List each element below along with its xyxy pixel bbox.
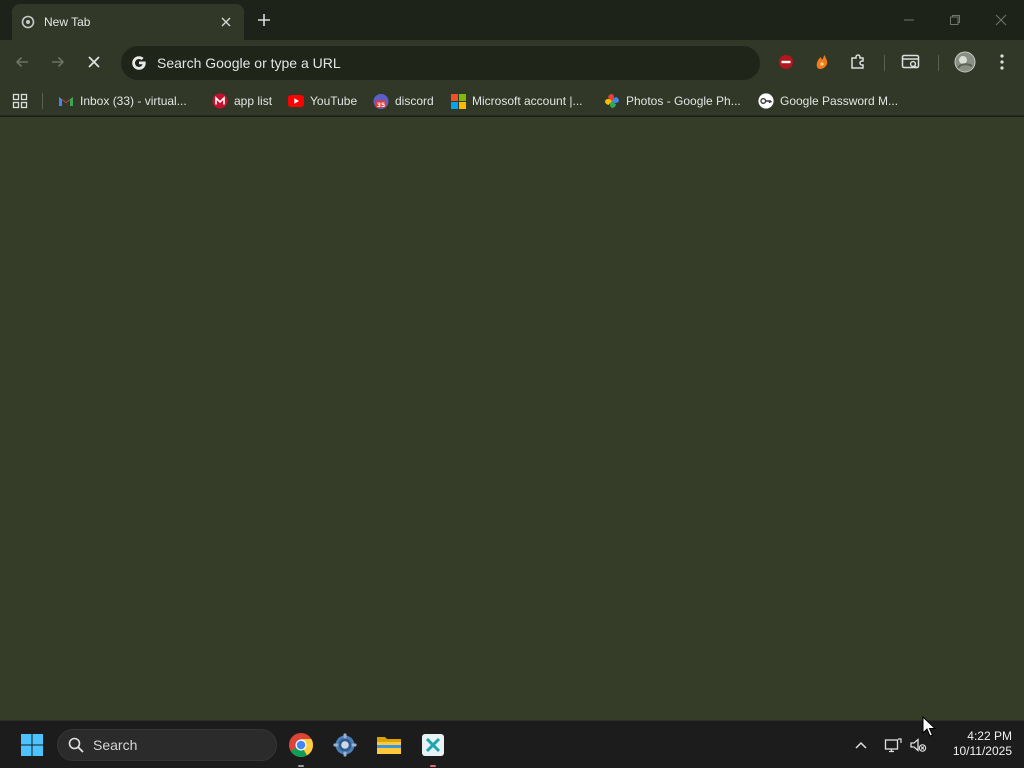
- bookmarks-bar: Inbox (33) - virtual... app list YouTube…: [0, 86, 1024, 116]
- bookmark-app-list[interactable]: app list: [208, 89, 276, 113]
- gmail-icon: [58, 93, 74, 109]
- m-red-icon: [212, 93, 228, 109]
- bookmark-label: app list: [234, 94, 273, 108]
- bookmark-label: Photos - Google Ph...: [626, 94, 741, 108]
- minimize-icon[interactable]: [886, 0, 932, 40]
- x-app-icon[interactable]: [415, 727, 451, 767]
- new-tab-button[interactable]: [252, 8, 276, 32]
- toolbar-divider: [938, 55, 939, 71]
- windows-start-icon[interactable]: [16, 729, 48, 761]
- bookmark-inbox[interactable]: Inbox (33) - virtual...: [54, 89, 191, 113]
- omnibox-input[interactable]: [157, 55, 760, 71]
- search-icon: [68, 737, 84, 753]
- google-g-icon: [129, 53, 149, 73]
- chrome-icon[interactable]: [283, 727, 319, 767]
- bookmarks-divider: [42, 93, 43, 109]
- bookmark-microsoft-account[interactable]: Microsoft account |...: [446, 89, 587, 113]
- google-password-icon: [758, 93, 774, 109]
- clock-time: 4:22 PM: [967, 729, 1012, 743]
- back-arrow-icon[interactable]: [7, 47, 37, 77]
- bookmark-label: Inbox (33) - virtual...: [80, 94, 187, 108]
- google-photos-icon: [604, 93, 620, 109]
- file-explorer-icon[interactable]: [371, 727, 407, 763]
- microsoft-icon: [450, 93, 466, 109]
- title-bar: New Tab: [0, 0, 1024, 40]
- bookmark-label: YouTube: [310, 94, 358, 108]
- close-icon[interactable]: [978, 0, 1024, 40]
- taskbar-search-label: Search: [93, 737, 138, 753]
- bookmark-label: Microsoft account |...: [472, 94, 583, 108]
- kebab-menu-icon[interactable]: [987, 47, 1017, 77]
- bookmark-label: discord: [395, 94, 434, 108]
- taskbar-clock[interactable]: 4:22 PM 10/11/2025: [936, 729, 1012, 759]
- forward-arrow-icon[interactable]: [43, 47, 73, 77]
- windows-taskbar: Search 4:22 PM 10/11/2025: [0, 720, 1024, 768]
- ad-block-icon[interactable]: [771, 47, 801, 77]
- restore-icon[interactable]: [932, 0, 978, 40]
- clock-date: 10/11/2025: [952, 744, 1012, 758]
- page-content: [0, 117, 1024, 720]
- settings-icon[interactable]: [327, 727, 363, 763]
- bookmark-label: Google Password M...: [780, 94, 899, 108]
- browser-toolbar: [0, 40, 1024, 86]
- network-icon[interactable]: [883, 735, 903, 755]
- tab-close-icon[interactable]: [216, 12, 236, 32]
- stop-loading-icon[interactable]: [79, 47, 109, 77]
- toolbar-divider: [884, 55, 885, 71]
- chevron-up-icon[interactable]: [851, 735, 871, 755]
- chrome-newtab-icon: [20, 14, 36, 30]
- calendar-icon: 35: [373, 93, 389, 109]
- bookmark-discord[interactable]: 35 discord: [369, 89, 438, 113]
- honey-extension-icon[interactable]: [807, 47, 837, 77]
- calendar-badge: 35: [377, 101, 386, 108]
- tab-title: New Tab: [44, 15, 91, 29]
- tab-search-icon[interactable]: [896, 47, 926, 77]
- bookmark-google-password-manager[interactable]: Google Password M...: [754, 89, 902, 113]
- running-indicator: [430, 765, 436, 767]
- omnibox[interactable]: [121, 46, 760, 80]
- profile-avatar[interactable]: [950, 47, 980, 77]
- bookmark-google-photos[interactable]: Photos - Google Ph...: [600, 89, 745, 113]
- taskbar-search[interactable]: Search: [57, 729, 277, 761]
- youtube-icon: [288, 93, 304, 109]
- volume-muted-icon[interactable]: [908, 735, 928, 755]
- mouse-cursor-icon: [922, 716, 936, 737]
- bookmark-youtube[interactable]: YouTube: [284, 89, 361, 113]
- extensions-puzzle-icon[interactable]: [843, 47, 873, 77]
- running-indicator: [298, 765, 304, 767]
- tab-new-tab[interactable]: New Tab: [12, 4, 244, 40]
- apps-grid-icon[interactable]: [10, 92, 30, 110]
